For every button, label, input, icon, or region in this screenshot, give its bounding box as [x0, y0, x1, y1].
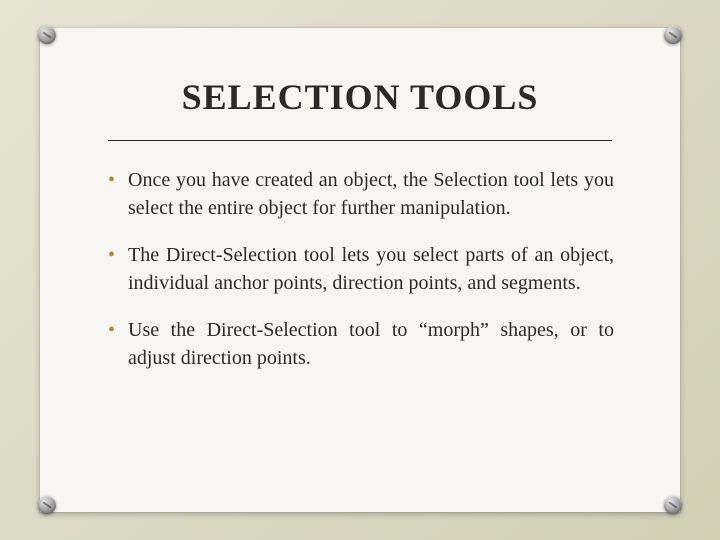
list-item: Use the Direct-Selection tool to “morph”…: [106, 317, 614, 372]
list-item: Once you have created an object, the Sel…: [106, 167, 614, 222]
slide-paper: SELECTION TOOLS Once you have created an…: [40, 28, 680, 512]
bullet-list: Once you have created an object, the Sel…: [100, 167, 620, 373]
screw-icon: [664, 496, 682, 514]
list-item: The Direct-Selection tool lets you selec…: [106, 242, 614, 297]
slide-title: SELECTION TOOLS: [100, 76, 620, 118]
screw-icon: [38, 26, 56, 44]
title-rule: [108, 140, 612, 141]
screw-icon: [664, 26, 682, 44]
screw-icon: [38, 496, 56, 514]
